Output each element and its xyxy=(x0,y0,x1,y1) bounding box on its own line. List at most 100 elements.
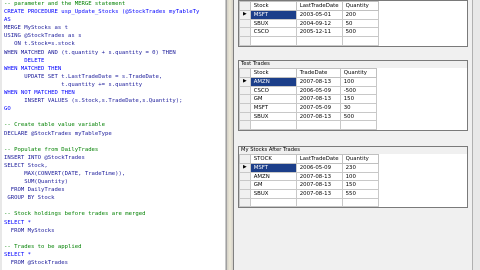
table-row[interactable]: ▶ MSFT 2006-05-09 230 xyxy=(239,163,379,173)
table-row[interactable] xyxy=(239,36,379,46)
table-cell[interactable] xyxy=(341,36,379,46)
row-selector-icon[interactable] xyxy=(239,103,251,113)
code-line: GROUP BY Stock xyxy=(4,195,55,202)
row-selector-icon[interactable] xyxy=(239,85,251,96)
table-cell[interactable]: 500 xyxy=(339,111,377,122)
code-line: FROM MyStocks xyxy=(4,227,55,234)
table-cell[interactable]: 50 xyxy=(341,18,379,29)
table-cell[interactable]: GM xyxy=(249,94,297,105)
table-cell[interactable]: 2007-08-13 xyxy=(295,77,341,87)
table-row[interactable]: CSCO 2005-12-11 500 xyxy=(239,27,379,38)
code-line: AS xyxy=(4,17,11,24)
table-cell[interactable]: 2007-08-13 xyxy=(295,189,343,199)
table-cell[interactable]: AMZN xyxy=(249,171,297,182)
column-header[interactable]: Quantity xyxy=(341,154,379,164)
table-row[interactable]: ▶ AMZN 2007-08-13 100 xyxy=(239,77,377,87)
table-cell[interactable]: SBUX xyxy=(249,18,297,29)
row-selector-icon[interactable] xyxy=(239,18,251,29)
table-row[interactable]: SBUX 2004-09-12 50 xyxy=(239,18,379,29)
code-line: CREATE PROCEDURE usp_Update_Stocks (@Sto… xyxy=(4,9,200,16)
table-cell[interactable]: 30 xyxy=(339,103,377,113)
table-row[interactable]: CSCO 2006-05-09 -500 xyxy=(239,85,377,96)
table-row[interactable]: SBUX 2007-08-13 500 xyxy=(239,111,377,122)
sql-editor[interactable]: -- parameter and the MERGE statement CREA… xyxy=(0,0,226,270)
table-row[interactable]: GM 2007-08-13 150 xyxy=(239,94,377,105)
table-cell[interactable]: 500 xyxy=(341,27,379,38)
code-line: SUM(Quantity) xyxy=(4,179,68,186)
table-cell[interactable]: CSCO xyxy=(249,27,297,38)
table-cell[interactable]: 2006-05-09 xyxy=(295,85,341,96)
table-cell[interactable]: 100 xyxy=(339,77,377,87)
table-row[interactable] xyxy=(239,197,379,208)
row-selector-icon[interactable] xyxy=(239,189,251,199)
table-cell[interactable]: 2005-12-11 xyxy=(295,27,343,38)
table-cell[interactable] xyxy=(341,197,379,208)
vertical-scrollbar[interactable] xyxy=(472,0,480,270)
row-selector-icon[interactable] xyxy=(239,27,251,38)
editor-gutter xyxy=(0,0,2,270)
row-selector-icon[interactable] xyxy=(239,120,251,131)
table-row[interactable]: MSFT 2007-05-09 30 xyxy=(239,103,377,113)
row-selector-icon[interactable] xyxy=(239,111,251,122)
table-cell[interactable] xyxy=(249,197,297,208)
table-cell[interactable]: 2007-08-13 xyxy=(295,94,341,105)
test-trades-grid[interactable]: Stock TradeDate Quantity ▶ AMZN 2007-08-13… xyxy=(239,68,377,131)
table-row[interactable]: SBUX 2007-08-13 550 xyxy=(239,189,379,199)
table-cell[interactable]: 2007-08-13 xyxy=(295,111,341,122)
stocks-after-trades-grid[interactable]: STOCK LastTradeDate Quantity ▶ MSFT 2006-0… xyxy=(239,154,379,208)
table-row[interactable]: GM 2007-08-13 150 xyxy=(239,180,379,191)
my-stocks-grid[interactable]: Stock LastTradeDate Quantity ▶ MSFT 2003-0… xyxy=(239,1,379,46)
table-row[interactable] xyxy=(239,120,377,131)
table-cell[interactable]: MSFT xyxy=(249,103,297,113)
table-cell[interactable]: 2007-05-09 xyxy=(295,103,341,113)
grid-corner xyxy=(239,68,251,78)
table-cell[interactable] xyxy=(295,36,343,46)
table-row[interactable]: AMZN 2007-08-13 100 xyxy=(239,171,379,182)
column-header[interactable]: LastTradeDate xyxy=(295,1,343,11)
row-selector-icon[interactable] xyxy=(239,36,251,46)
column-header[interactable]: TradeDate xyxy=(295,68,341,78)
table-cell[interactable]: AMZN xyxy=(249,77,297,87)
table-cell[interactable]: 2004-09-12 xyxy=(295,18,343,29)
table-cell[interactable]: SBUX xyxy=(249,189,297,199)
row-selector-icon[interactable]: ▶ xyxy=(239,77,251,87)
table-cell[interactable]: 150 xyxy=(341,180,379,191)
table-cell[interactable]: 2003-05-01 xyxy=(295,10,343,20)
table-cell[interactable]: MSFT xyxy=(249,10,297,20)
row-selector-icon[interactable] xyxy=(239,171,251,182)
column-header[interactable]: Quantity xyxy=(341,1,379,11)
row-selector-icon[interactable]: ▶ xyxy=(239,163,251,173)
table-cell[interactable]: 100 xyxy=(341,171,379,182)
table-cell[interactable]: 550 xyxy=(341,189,379,199)
column-header[interactable]: Stock xyxy=(249,68,297,78)
row-selector-icon[interactable] xyxy=(239,197,251,208)
row-selector-icon[interactable] xyxy=(239,180,251,191)
column-header[interactable]: STOCK xyxy=(249,154,297,164)
table-cell[interactable]: -500 xyxy=(339,85,377,96)
table-cell[interactable] xyxy=(295,120,341,131)
table-cell[interactable] xyxy=(249,36,297,46)
row-selector-icon[interactable] xyxy=(239,94,251,105)
row-selector-icon[interactable]: ▶ xyxy=(239,10,251,20)
table-cell[interactable]: 150 xyxy=(339,94,377,105)
table-cell[interactable]: 2007-08-13 xyxy=(295,180,343,191)
table-cell[interactable]: 200 xyxy=(341,10,379,20)
table-cell[interactable]: MSFT xyxy=(249,163,297,173)
table-cell[interactable]: CSCO xyxy=(249,85,297,96)
pane-splitter[interactable] xyxy=(226,0,234,270)
stocks-after-trades-grid-panel: My Stocks After Trades STOCK LastTradeDa… xyxy=(238,146,468,209)
table-cell[interactable]: 2006-05-09 xyxy=(295,163,343,173)
table-cell[interactable] xyxy=(249,120,297,131)
column-header[interactable]: Quantity xyxy=(339,68,377,78)
column-header[interactable]: Stock xyxy=(249,1,297,11)
table-cell[interactable]: SBUX xyxy=(249,111,297,122)
code-line: UPDATE SET t.LastTradeDate = s.TradeDate… xyxy=(4,73,163,80)
column-header[interactable]: LastTradeDate xyxy=(295,154,343,164)
table-cell[interactable] xyxy=(295,197,343,208)
table-row[interactable]: ▶ MSFT 2003-05-01 200 xyxy=(239,10,379,20)
table-cell[interactable]: 230 xyxy=(341,163,379,173)
table-cell[interactable]: 2007-08-13 xyxy=(295,171,343,182)
table-cell[interactable] xyxy=(339,120,377,131)
table-cell[interactable]: GM xyxy=(249,180,297,191)
